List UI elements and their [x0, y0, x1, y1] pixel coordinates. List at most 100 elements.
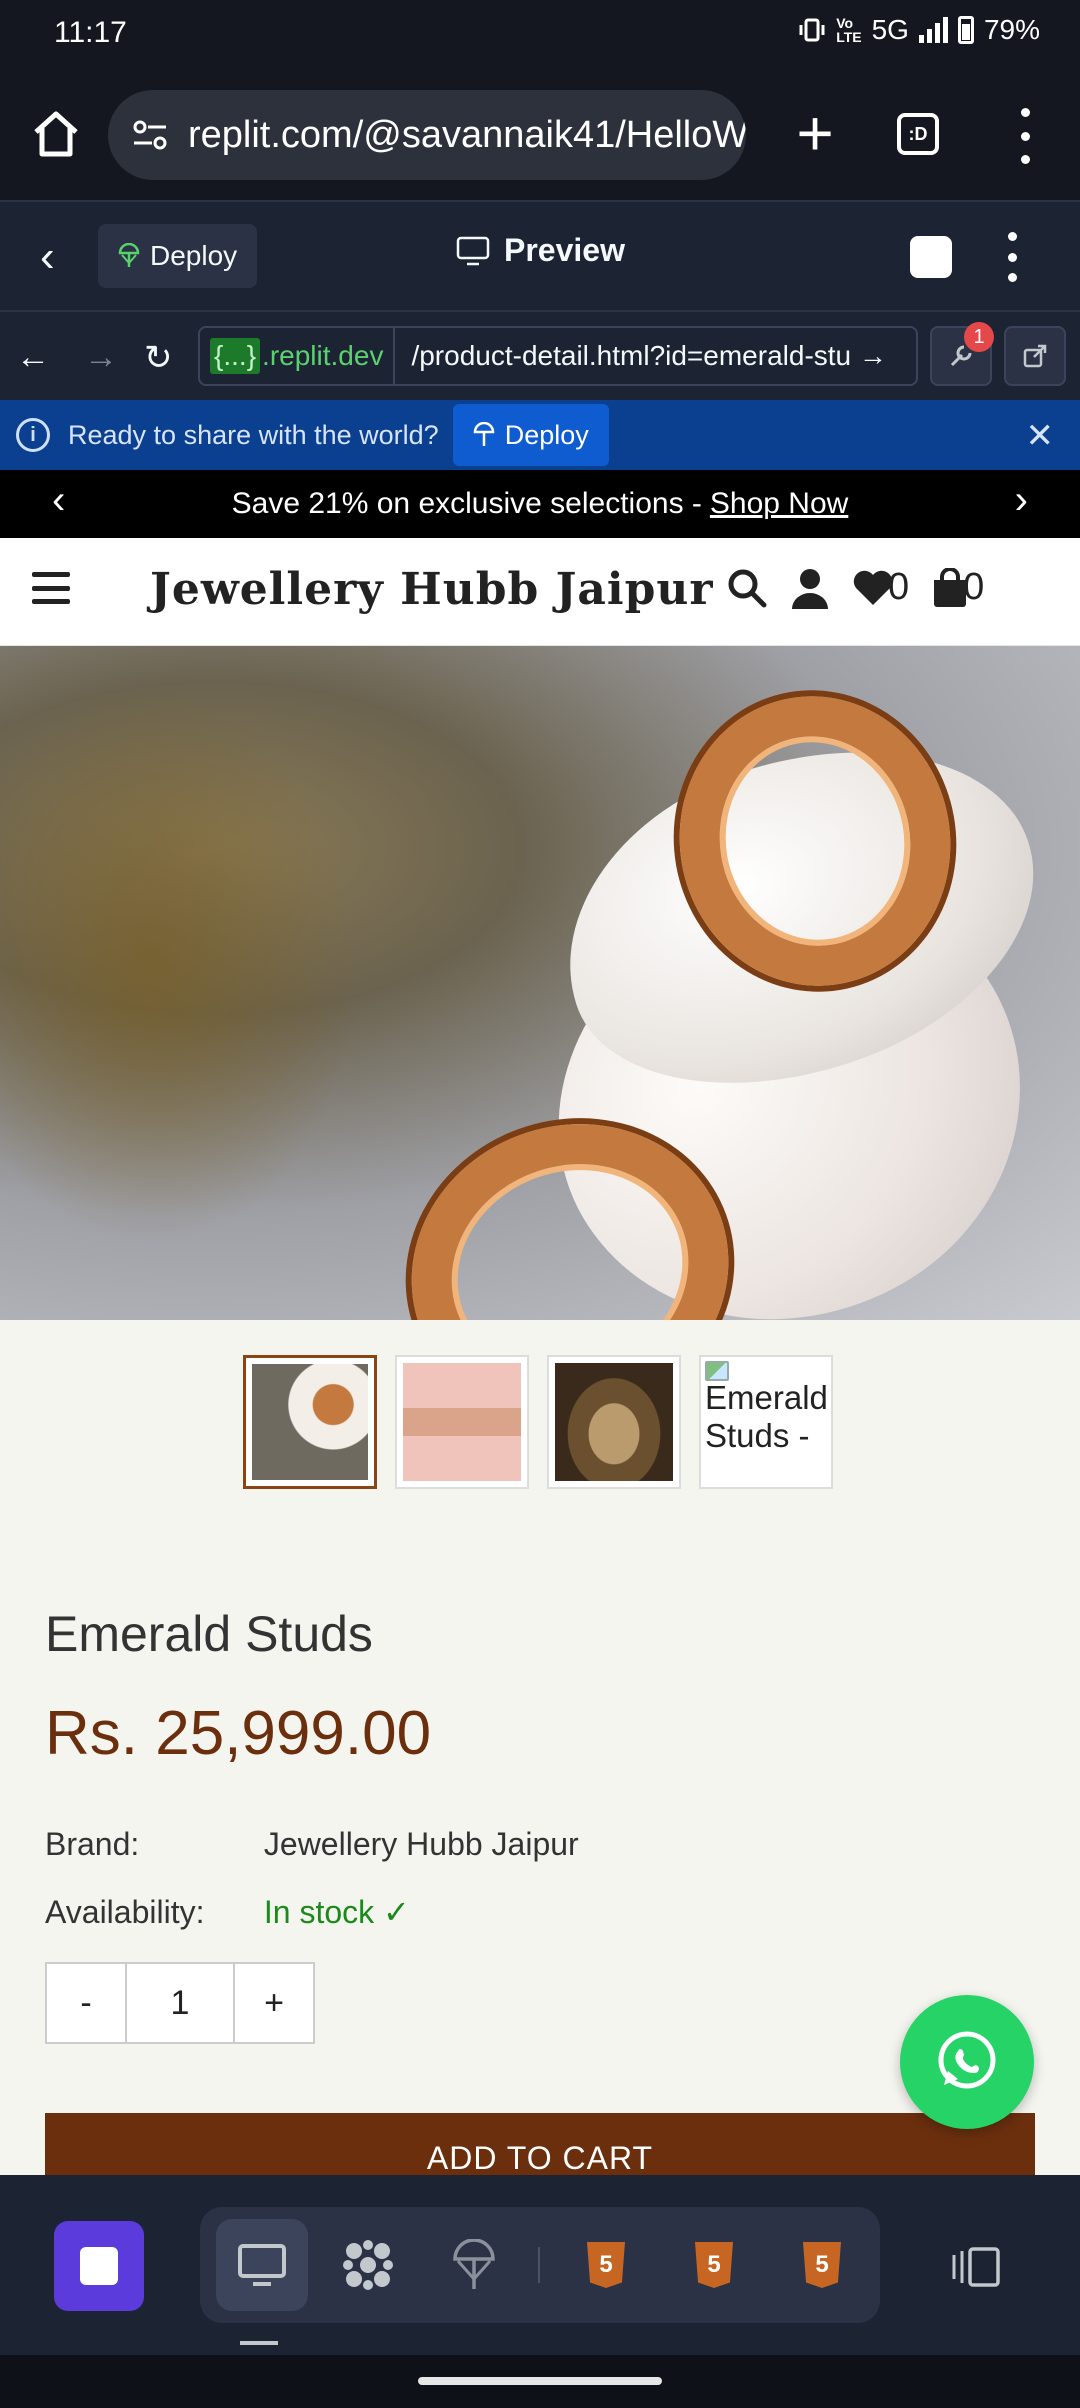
network-type: 5G [871, 14, 909, 45]
webview-url-field[interactable]: {...} .replit.dev /product-detail.html?id… [198, 326, 918, 386]
url-path: /product-detail.html?id=emerald-stu → [411, 340, 887, 371]
vibrate-icon [799, 18, 825, 42]
monitor-icon [238, 2244, 286, 2286]
product-name: Emerald Studs [45, 1606, 373, 1662]
signal-icon [918, 17, 948, 43]
site-logo[interactable]: Jewellery Hubb Jaipur [150, 564, 714, 615]
back-chevron-icon[interactable]: ‹ [40, 232, 55, 282]
qty-plus-button[interactable]: + [235, 1964, 313, 2042]
gesture-handle[interactable] [418, 2377, 662, 2385]
availability-row: Availability: In stock ✓ [45, 1893, 410, 1931]
promo-next-icon[interactable]: › [1015, 478, 1028, 523]
html-file-tab-2[interactable]: 5 [668, 2219, 760, 2311]
status-bar: 11:17 Vo LTE 5G 79% [0, 0, 1080, 70]
back-arrow-icon[interactable]: ← [16, 338, 50, 377]
deploy-icon [473, 422, 494, 446]
new-tab-icon[interactable]: + [780, 100, 850, 170]
pane-toggle-icon[interactable] [910, 236, 952, 278]
promo-text: Save 21% on exclusive selections - [231, 487, 702, 520]
account-icon[interactable] [790, 567, 830, 609]
product-price: Rs. 25,999.00 [45, 1699, 432, 1768]
address-bar[interactable]: replit.com/@savannaik41/HelloW [108, 90, 746, 180]
html-file-tab-1[interactable]: 5 [560, 2219, 652, 2311]
html5-icon: 5 [587, 2242, 625, 2288]
domain-segment: {...} .replit.dev [200, 328, 396, 384]
deploy-banner: i Ready to share with the world? Deploy … [0, 400, 1080, 470]
monitor-icon [456, 236, 490, 265]
forward-arrow-icon[interactable]: → [84, 338, 118, 377]
webview-address-row: ← → ↻ {...} .replit.dev /product-detail.h… [0, 310, 1080, 400]
replit-app-button[interactable] [54, 2221, 144, 2311]
browser-menu-icon[interactable] [1010, 108, 1040, 164]
packages-tab[interactable] [322, 2219, 414, 2311]
tab-switcher-icon[interactable]: :D [897, 113, 939, 155]
replit-bottom-toolbar: 5 5 5 [0, 2175, 1080, 2355]
deployments-tab[interactable] [428, 2219, 520, 2311]
browser-toolbar: replit.com/@savannaik41/HelloW + :D [0, 70, 1080, 200]
banner-message: Ready to share with the world? [68, 419, 439, 450]
site-header: Jewellery Hubb Jaipur 0 0 [0, 538, 1080, 646]
html-file-tab-3[interactable]: 5 [776, 2219, 868, 2311]
qty-minus-button[interactable]: - [47, 1964, 125, 2042]
open-external-button[interactable] [1004, 326, 1066, 386]
preview-label: Preview [504, 232, 625, 268]
info-icon: i [16, 418, 50, 452]
site-settings-icon[interactable] [130, 115, 170, 155]
brand-value: Jewellery Hubb Jaipur [263, 1826, 579, 1862]
html5-icon: 5 [803, 2242, 841, 2288]
status-icons: Vo LTE 5G 79% [798, 14, 1040, 46]
battery-percent: 79% [983, 14, 1040, 45]
system-nav-bar [0, 2355, 1080, 2408]
brand-row: Brand: Jewellery Hubb Jaipur [45, 1826, 579, 1863]
devtools-badge: 1 [964, 322, 994, 352]
cart-button[interactable]: 0 [931, 566, 984, 609]
webview-tab[interactable] [216, 2219, 308, 2311]
external-link-icon [1023, 344, 1047, 368]
cart-count: 0 [963, 566, 985, 608]
banner-deploy-button[interactable]: Deploy [452, 404, 609, 466]
domain-token: {...} [210, 338, 261, 374]
active-tab-indicator [240, 2341, 278, 2345]
banner-deploy-label: Deploy [504, 419, 589, 450]
replit-header: ‹ Deploy Preview [0, 200, 1080, 310]
reload-icon[interactable]: ↻ [144, 338, 173, 378]
battery-icon [957, 16, 974, 44]
deploy-button[interactable]: Deploy [98, 224, 258, 288]
availability-label: Availability: [45, 1894, 205, 1930]
url-text: replit.com/@savannaik41/HelloW [188, 113, 746, 156]
panel-layout-icon[interactable] [950, 2245, 1002, 2289]
thumbnail-4-broken[interactable]: Emerald Studs - [699, 1355, 833, 1489]
whatsapp-icon [938, 2031, 996, 2089]
quantity-stepper: - 1 + [45, 1962, 315, 2044]
thumbnail-3[interactable] [547, 1355, 681, 1489]
qty-input[interactable]: 1 [125, 1964, 235, 2042]
thumbnail-1[interactable] [243, 1355, 377, 1489]
wishlist-button[interactable]: 0 [852, 566, 909, 609]
close-icon[interactable]: ✕ [1026, 416, 1055, 456]
promo-bar: ‹ Save 21% on exclusive selections - Sho… [0, 470, 1080, 538]
replit-menu-icon[interactable] [1000, 232, 1024, 282]
header-actions: 0 0 [726, 566, 984, 609]
brand-label: Brand: [45, 1826, 140, 1862]
deploy-icon [118, 243, 140, 267]
broken-image-alt-text: Emerald Studs - [705, 1379, 828, 1454]
thumbnail-strip: Emerald Studs - [243, 1355, 833, 1489]
add-to-cart-button[interactable]: ADD TO CART [45, 2113, 1035, 2175]
preview-title: Preview [456, 232, 625, 269]
deploy-label: Deploy [150, 240, 238, 271]
status-time: 11:17 [54, 16, 127, 49]
wishlist-count: 0 [888, 566, 910, 608]
shop-now-link[interactable]: Shop Now [710, 487, 848, 521]
domain-text: .replit.dev [262, 340, 384, 371]
deploy-icon [453, 2239, 495, 2289]
html5-icon: 5 [695, 2242, 733, 2288]
whatsapp-button[interactable] [900, 1995, 1034, 2129]
promo-prev-icon[interactable]: ‹ [52, 478, 65, 523]
search-icon[interactable] [726, 567, 768, 609]
website-preview: ‹ Save 21% on exclusive selections - Sho… [0, 470, 1080, 2175]
dots-grid-icon [343, 2240, 393, 2290]
product-main-image[interactable] [0, 646, 1080, 1320]
menu-icon[interactable] [32, 572, 70, 604]
home-icon[interactable] [28, 106, 84, 162]
thumbnail-2[interactable] [395, 1355, 529, 1489]
